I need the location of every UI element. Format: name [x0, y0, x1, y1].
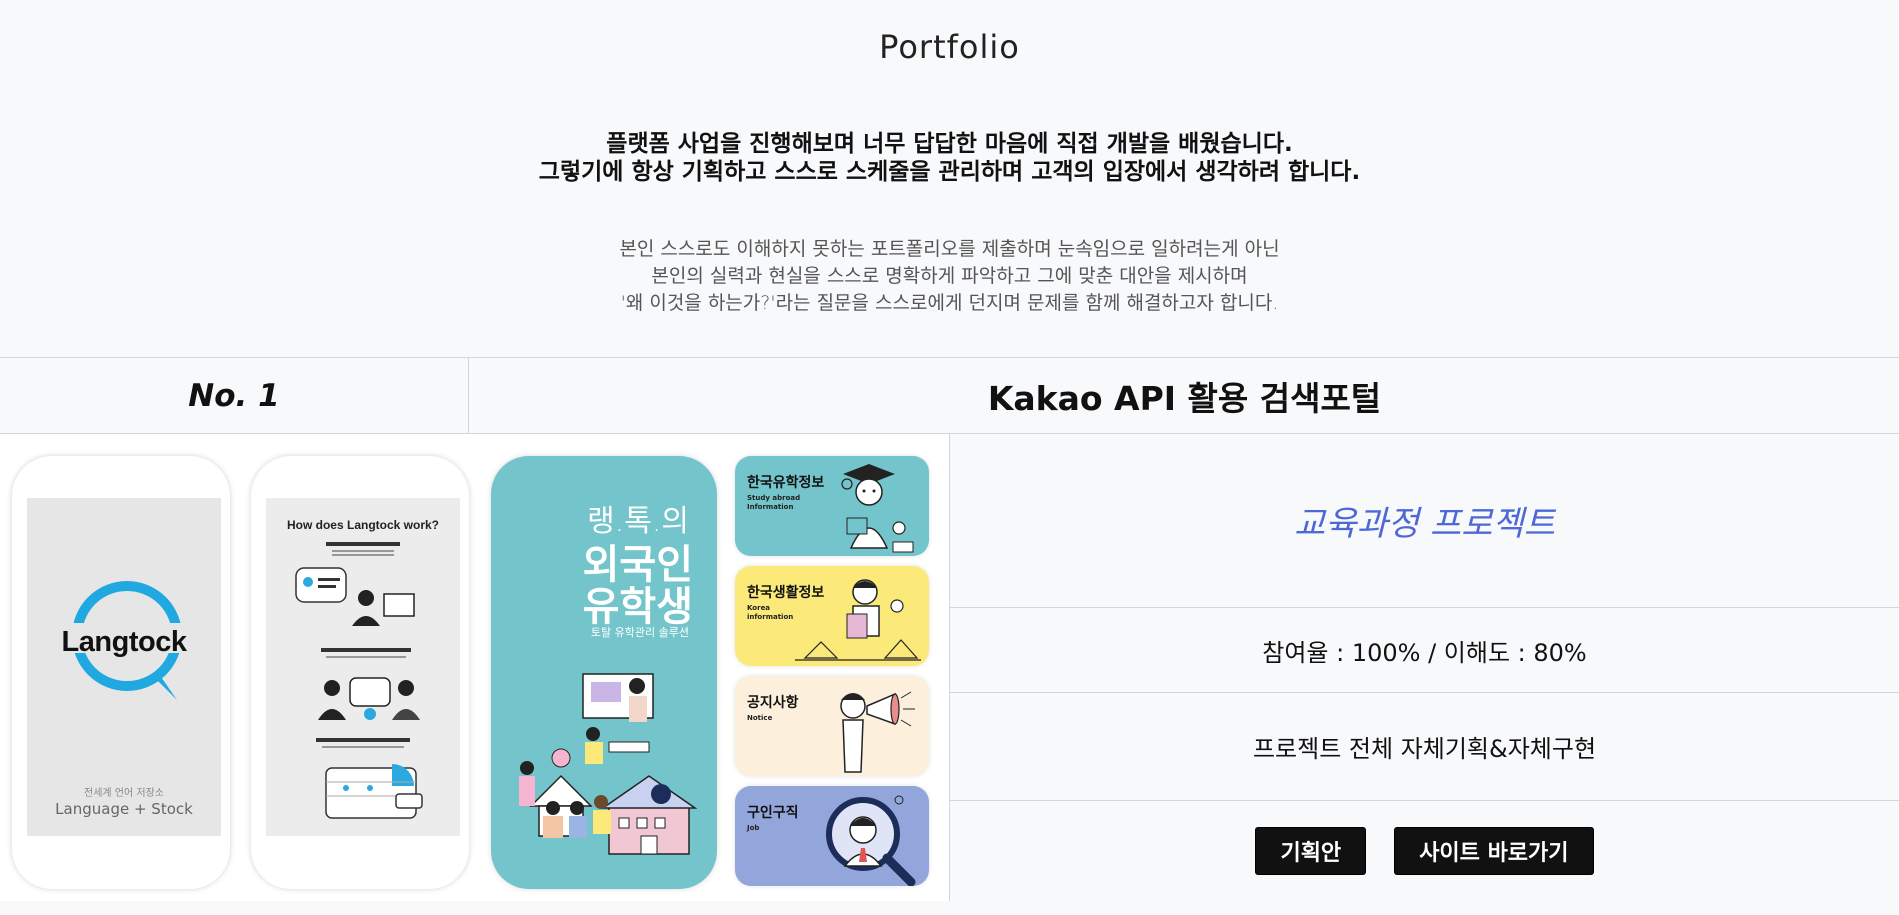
project-title: Kakao API 활용 검색포털 — [987, 378, 1382, 418]
project-info-panel: 교육과정 프로젝트 참여율 : 100% / 이해도 : 80% 프로젝트 전체… — [949, 434, 1899, 901]
project-actions: 기획안 사이트 바로가기 — [950, 801, 1899, 901]
phone-screen: Langtock 전세계 언어 저장소 Language + Stock — [27, 498, 221, 836]
project-number: No. 1 — [0, 358, 469, 433]
phone-mockup-logo: Langtock 전세계 언어 저장소 Language + Stock — [12, 456, 230, 889]
tile-job: 구인구직 Job — [735, 786, 929, 886]
intro-statement-line: 플랫폼 사업을 진행해보며 너무 답답한 마음에 직접 개발을 배웠습니다. — [606, 131, 1293, 157]
phone-screen: How does Langtock work? — [266, 498, 460, 836]
poster-mockup: 랭.톡.의 외국인 유학생 토탈 유학관리 솔루션 — [491, 456, 717, 889]
intro-statement: 플랫폼 사업을 진행해보며 너무 답답한 마음에 직접 개발을 배웠습니다. 그… — [0, 130, 1899, 186]
campus-illustration — [519, 673, 698, 855]
langtock-logo: Langtock — [61, 626, 187, 658]
howto-illustration — [295, 542, 423, 819]
tile-notice: 공지사항 Notice — [735, 676, 929, 776]
house-person-icon — [795, 579, 921, 661]
tile-study-abroad: 한국유학정보 Study abroad Information — [735, 456, 929, 556]
phone-caption: Language + Stock — [55, 800, 193, 818]
graduate-student-icon — [841, 464, 914, 553]
project-scope: 프로젝트 전체 자체기획&자체구현 — [950, 693, 1899, 801]
project-gallery: Langtock 전세계 언어 저장소 Language + Stock How… — [0, 434, 949, 901]
project-course: 교육과정 프로젝트 — [950, 434, 1899, 608]
intro-description-line: 본인 스스로도 이해하지 못하는 포트폴리오를 제출하며 눈속임으로 일하려는게… — [619, 238, 1280, 260]
tile-korea-life: 한국생활정보 Korea information — [735, 566, 929, 666]
intro-description: 본인 스스로도 이해하지 못하는 포트폴리오를 제출하며 눈속임으로 일하려는게… — [0, 236, 1899, 317]
megaphone-icon — [840, 691, 915, 773]
phone-tagline: 전세계 언어 저장소 — [84, 788, 164, 799]
intro-description-line: 본인의 실력과 현실을 스스로 명확하게 파악하고 그에 맞춘 대안을 제시하며 — [651, 265, 1248, 287]
page-title: Portfolio — [879, 28, 1020, 66]
plan-button[interactable]: 기획안 — [1255, 827, 1367, 875]
visit-site-button[interactable]: 사이트 바로가기 — [1394, 827, 1594, 875]
intro-description-line: '왜 이것을 하는가?'라는 질문을 스스로에게 던지며 문제를 함께 해결하고… — [620, 292, 1279, 314]
magnifier-person-icon — [826, 795, 916, 886]
intro-statement-line: 그렇기에 항상 기획하고 스스로 스케줄을 관리하며 고객의 입장에서 생각하려… — [538, 159, 1361, 185]
project-stats: 참여율 : 100% / 이해도 : 80% — [950, 608, 1899, 693]
phone-mockup-howto: How does Langtock work? — [251, 456, 469, 889]
project-header: No. 1 Kakao API 활용 검색포털 — [0, 357, 1899, 434]
